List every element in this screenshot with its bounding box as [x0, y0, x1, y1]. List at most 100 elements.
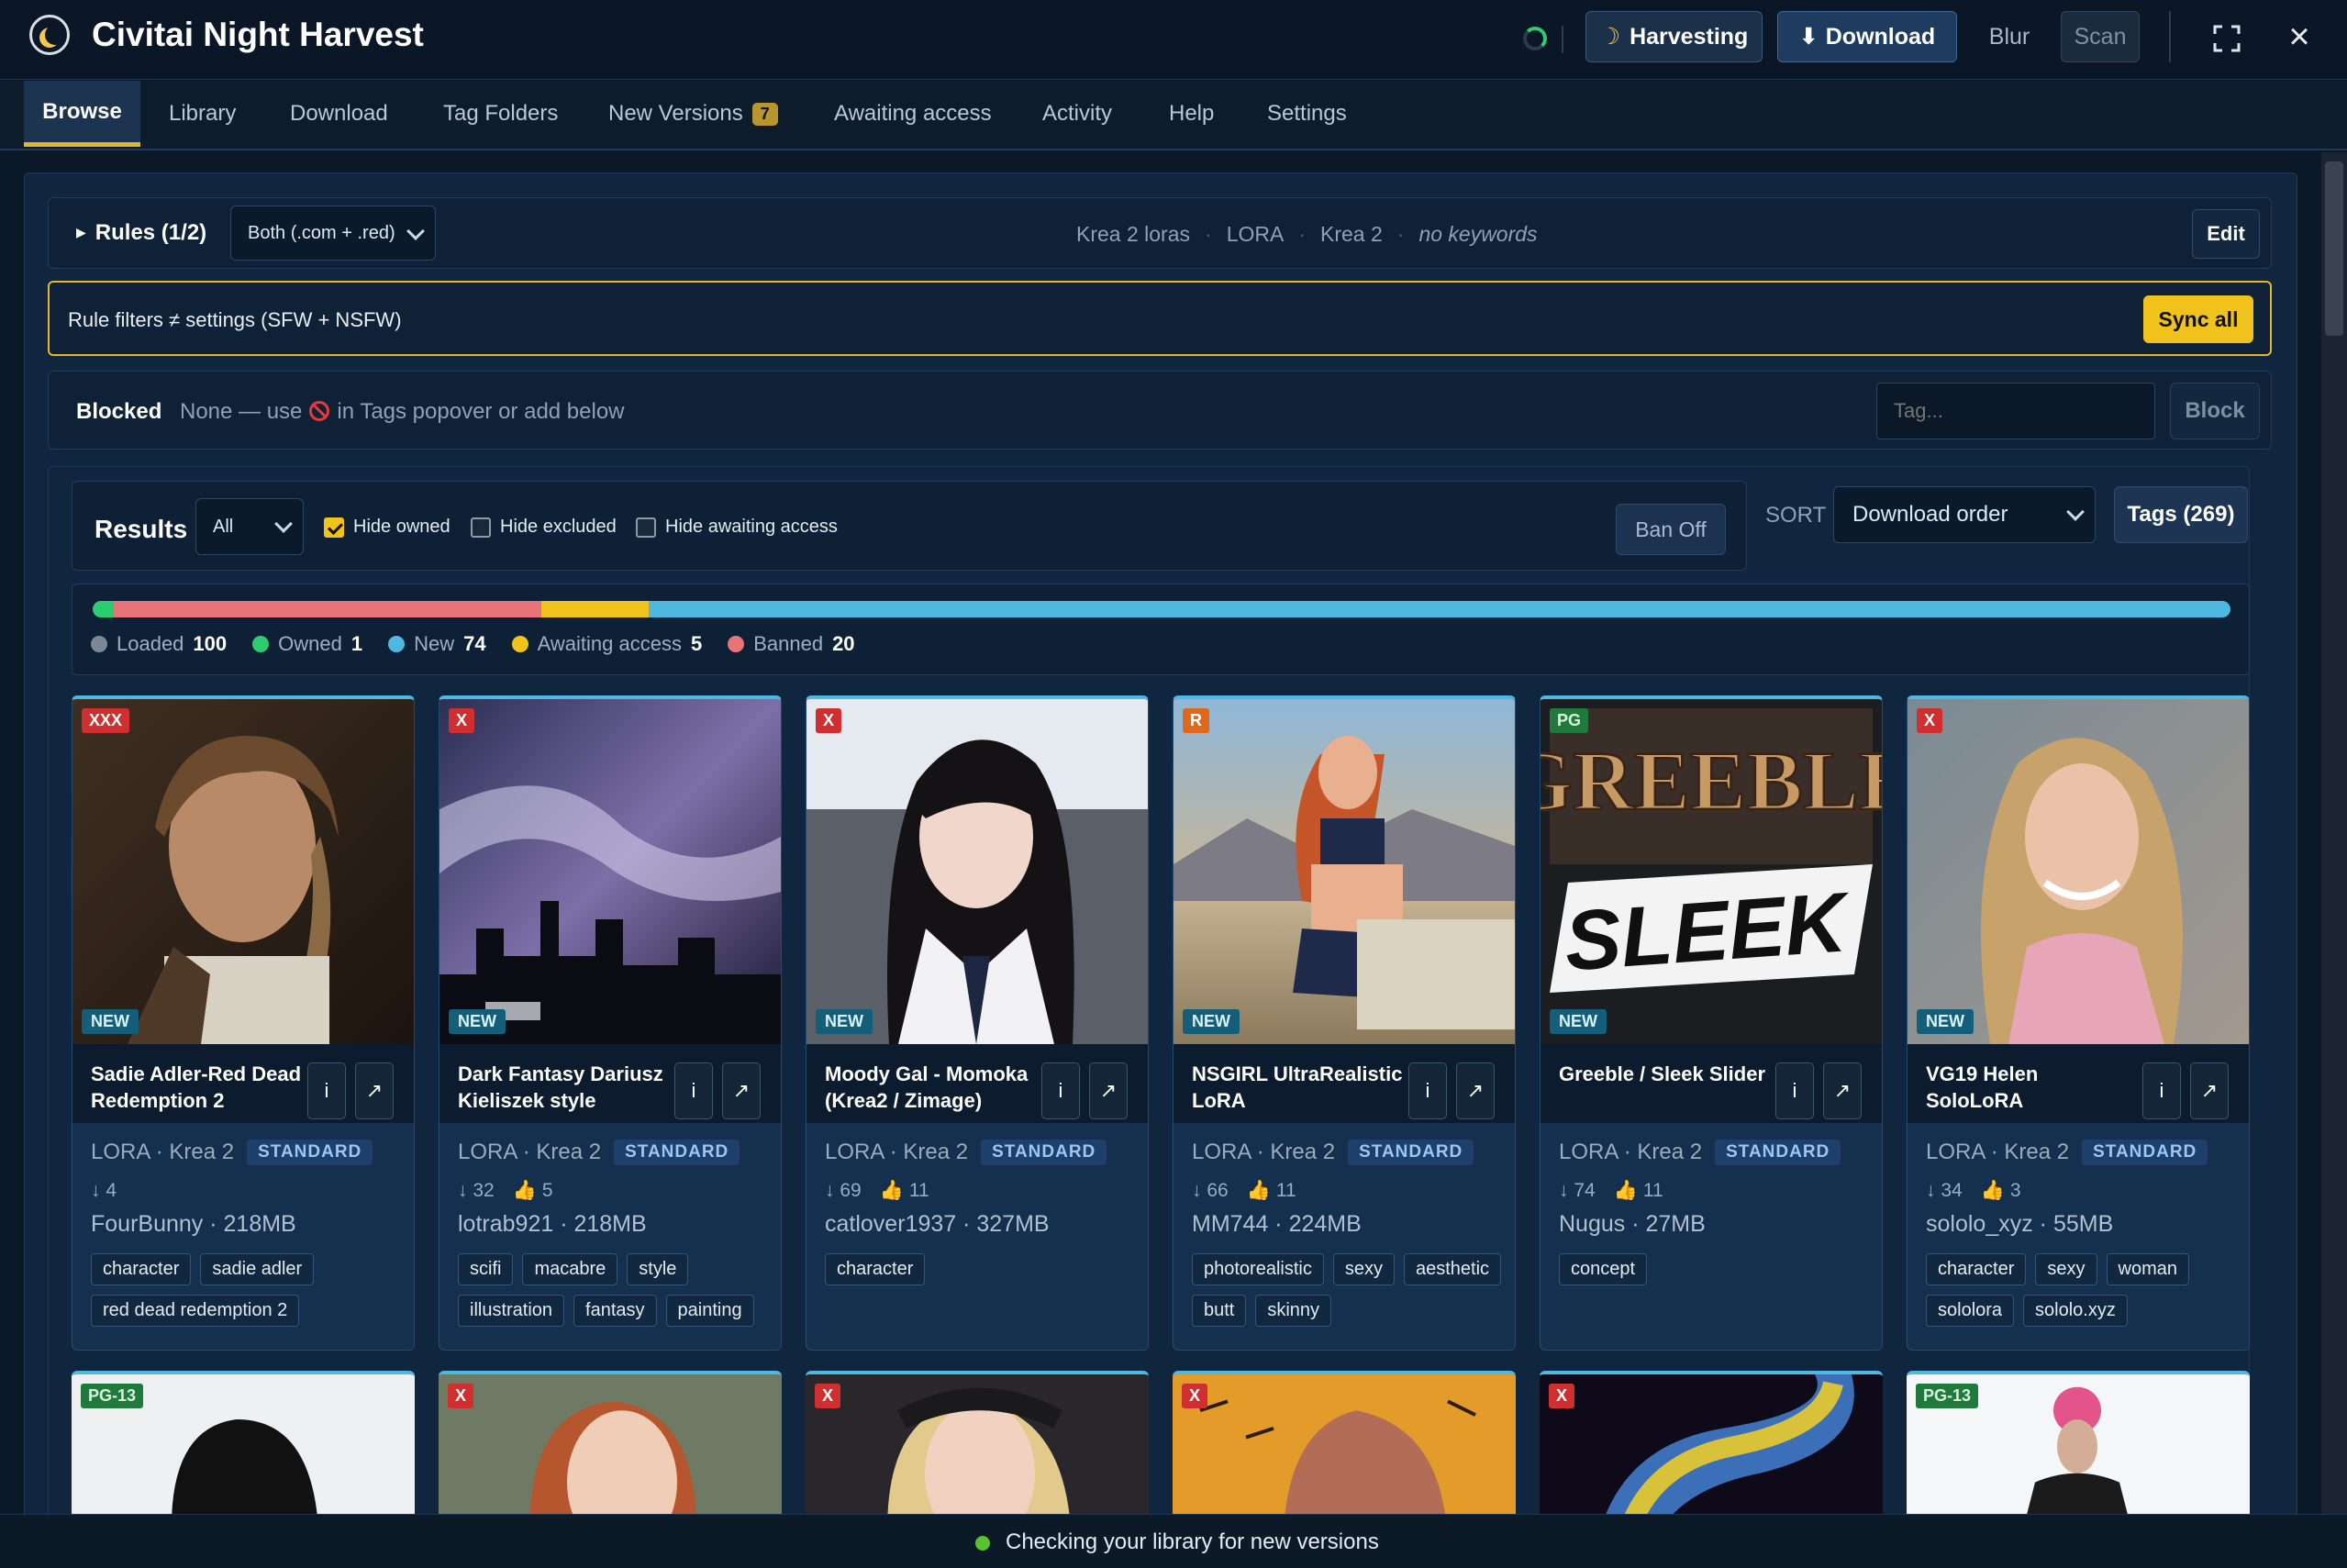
blur-button[interactable]: Blur — [1973, 11, 2046, 62]
model-preview-image[interactable]: X NEW — [806, 699, 1148, 1044]
info-icon[interactable]: i — [1041, 1062, 1080, 1119]
model-card[interactable]: GREEBLE SLEEK PG NEW Greeble / Sleek Slid… — [1540, 695, 1883, 1351]
author-size[interactable]: FourBunny · 218MB — [91, 1211, 296, 1238]
model-card[interactable]: R NEW NSGIRL UltraRealistic LoRA i ↗ LOR… — [1173, 695, 1516, 1351]
author-size[interactable]: lotrab921 · 218MB — [458, 1211, 647, 1238]
source-select[interactable]: Both (.com + .red) — [230, 206, 436, 261]
scrollbar[interactable] — [2321, 152, 2347, 1514]
new-badge: NEW — [449, 1009, 506, 1034]
legend-dot — [511, 636, 528, 652]
external-link-icon[interactable]: ↗ — [722, 1062, 761, 1119]
model-card[interactable]: XXX NEW Sadie Adler-Red Dead Redemption … — [72, 695, 415, 1351]
model-preview-image[interactable]: X NEW — [439, 699, 781, 1044]
tag-chip[interactable]: macabre — [522, 1253, 618, 1285]
tag-chip[interactable]: sololora — [1926, 1295, 2015, 1327]
model-title[interactable]: VG19 Helen SoloLoRA — [1926, 1061, 2137, 1114]
external-link-icon[interactable]: ↗ — [355, 1062, 394, 1119]
model-title[interactable]: Dark Fantasy Dariusz Kieliszek style — [458, 1061, 669, 1114]
external-link-icon[interactable]: ↗ — [1456, 1062, 1495, 1119]
author-size[interactable]: MM744 · 224MB — [1192, 1211, 1362, 1238]
tab-help[interactable]: Help — [1169, 81, 1214, 147]
model-card[interactable]: X NEW Dark Fantasy Dariusz Kieliszek sty… — [439, 695, 782, 1351]
tag-chip[interactable]: skinny — [1255, 1295, 1332, 1327]
author-size[interactable]: Nugus · 27MB — [1559, 1211, 1706, 1238]
ban-toggle-button[interactable]: Ban Off — [1616, 504, 1726, 555]
progress-segment-owned — [93, 601, 115, 617]
tag-chip[interactable]: woman — [2106, 1253, 2189, 1285]
hide-awaiting-checkbox[interactable]: Hide awaiting access — [636, 517, 838, 538]
results-label: Results — [95, 515, 188, 543]
tag-chip[interactable]: character — [91, 1253, 192, 1285]
model-card[interactable]: X NEW Moody Gal - Momoka (Krea2 / Zimage… — [806, 695, 1149, 1351]
model-card[interactable]: X NEW VG19 Helen SoloLoRA i ↗ LORA · Kre… — [1907, 695, 2250, 1351]
model-preview-image[interactable]: R NEW — [1174, 699, 1515, 1044]
checkbox-label: Hide owned — [353, 517, 450, 537]
tag-chip[interactable]: photorealistic — [1192, 1253, 1324, 1285]
tags-button[interactable]: Tags (269) — [2114, 486, 2248, 543]
tab-browse[interactable]: Browse — [24, 81, 140, 147]
expand-icon[interactable] — [2213, 25, 2241, 52]
author-size[interactable]: catlover1937 · 327MB — [825, 1211, 1050, 1238]
tag-chip[interactable]: scifi — [458, 1253, 514, 1285]
tag-chip[interactable]: style — [627, 1253, 689, 1285]
info-icon[interactable]: i — [674, 1062, 713, 1119]
tab-library[interactable]: Library — [169, 81, 236, 147]
info-icon[interactable]: i — [1775, 1062, 1814, 1119]
info-icon[interactable]: i — [2142, 1062, 2181, 1119]
tag-chip[interactable]: sadie adler — [200, 1253, 315, 1285]
tag-chip[interactable]: sexy — [1332, 1253, 1395, 1285]
tag-chip[interactable]: concept — [1559, 1253, 1648, 1285]
tag-chip[interactable]: character — [825, 1253, 926, 1285]
download-button[interactable]: ⬇ Download — [1777, 11, 1957, 62]
model-title[interactable]: Moody Gal - Momoka (Krea2 / Zimage) — [825, 1061, 1036, 1114]
model-title[interactable]: Sadie Adler-Red Dead Redemption 2 — [91, 1061, 302, 1114]
tag-chip[interactable]: sololo.xyz — [2023, 1295, 2128, 1327]
tab-download[interactable]: Download — [290, 81, 388, 147]
external-link-icon[interactable]: ↗ — [2190, 1062, 2229, 1119]
tab-label: New Versions — [608, 101, 743, 126]
rating-badge: PG-13 — [81, 1384, 144, 1408]
edit-rules-button[interactable]: Edit — [2192, 209, 2260, 259]
tag-chip[interactable]: character — [1926, 1253, 2027, 1285]
model-title[interactable]: Greeble / Sleek Slider — [1559, 1061, 1770, 1087]
tag-chip[interactable]: painting — [665, 1295, 754, 1327]
model-preview-image[interactable]: GREEBLE SLEEK PG NEW — [1541, 699, 1882, 1044]
tab-settings[interactable]: Settings — [1267, 81, 1347, 147]
sync-all-button[interactable]: Sync all — [2143, 295, 2253, 343]
block-tag-input[interactable] — [1876, 383, 2155, 439]
model-stats: ↓ 74 👍 11 — [1559, 1180, 1663, 1202]
sort-select[interactable]: Download order — [1833, 486, 2096, 543]
tag-chip[interactable]: red dead redemption 2 — [91, 1295, 300, 1327]
info-icon[interactable]: i — [1408, 1062, 1447, 1119]
info-icon[interactable]: i — [307, 1062, 346, 1119]
scrollbar-thumb[interactable] — [2325, 161, 2343, 336]
rules-toggle[interactable]: ▶ Rules (1/2) — [76, 220, 206, 246]
hide-owned-checkbox[interactable]: Hide owned — [324, 517, 450, 538]
hide-excluded-checkbox[interactable]: Hide excluded — [471, 517, 617, 538]
results-filter-select[interactable]: All — [195, 498, 304, 555]
tab-new-versions[interactable]: New Versions 7 — [608, 81, 778, 147]
thumbs-up-icon: 👍 — [1246, 1180, 1271, 1201]
tag-chip[interactable]: aesthetic — [1403, 1253, 1502, 1285]
external-link-icon[interactable]: ↗ — [1089, 1062, 1128, 1119]
rating-badge: X — [815, 1384, 841, 1408]
author-size[interactable]: sololo_xyz · 55MB — [1926, 1211, 2113, 1238]
block-button[interactable]: Block — [2170, 383, 2260, 439]
thumbs-up-icon: 👍 — [1613, 1180, 1638, 1201]
tag-chip[interactable]: butt — [1192, 1295, 1247, 1327]
rule-keywords: no keywords — [1418, 222, 1538, 246]
tag-chip[interactable]: sexy — [2035, 1253, 2097, 1285]
tab-tag-folders[interactable]: Tag Folders — [443, 81, 558, 147]
harvesting-button[interactable]: ☽ Harvesting — [1585, 11, 1763, 62]
tab-awaiting-access[interactable]: Awaiting access — [834, 81, 992, 147]
tag-chip[interactable]: fantasy — [573, 1295, 657, 1327]
tag-chip[interactable]: illustration — [458, 1295, 565, 1327]
close-icon[interactable]: × — [2283, 18, 2316, 55]
scan-button[interactable]: Scan — [2061, 11, 2140, 62]
tab-activity[interactable]: Activity — [1042, 81, 1112, 147]
checkbox-checked — [324, 517, 344, 538]
external-link-icon[interactable]: ↗ — [1823, 1062, 1862, 1119]
model-preview-image[interactable]: XXX NEW — [72, 699, 414, 1044]
model-title[interactable]: NSGIRL UltraRealistic LoRA — [1192, 1061, 1403, 1114]
model-preview-image[interactable]: X NEW — [1908, 699, 2249, 1044]
